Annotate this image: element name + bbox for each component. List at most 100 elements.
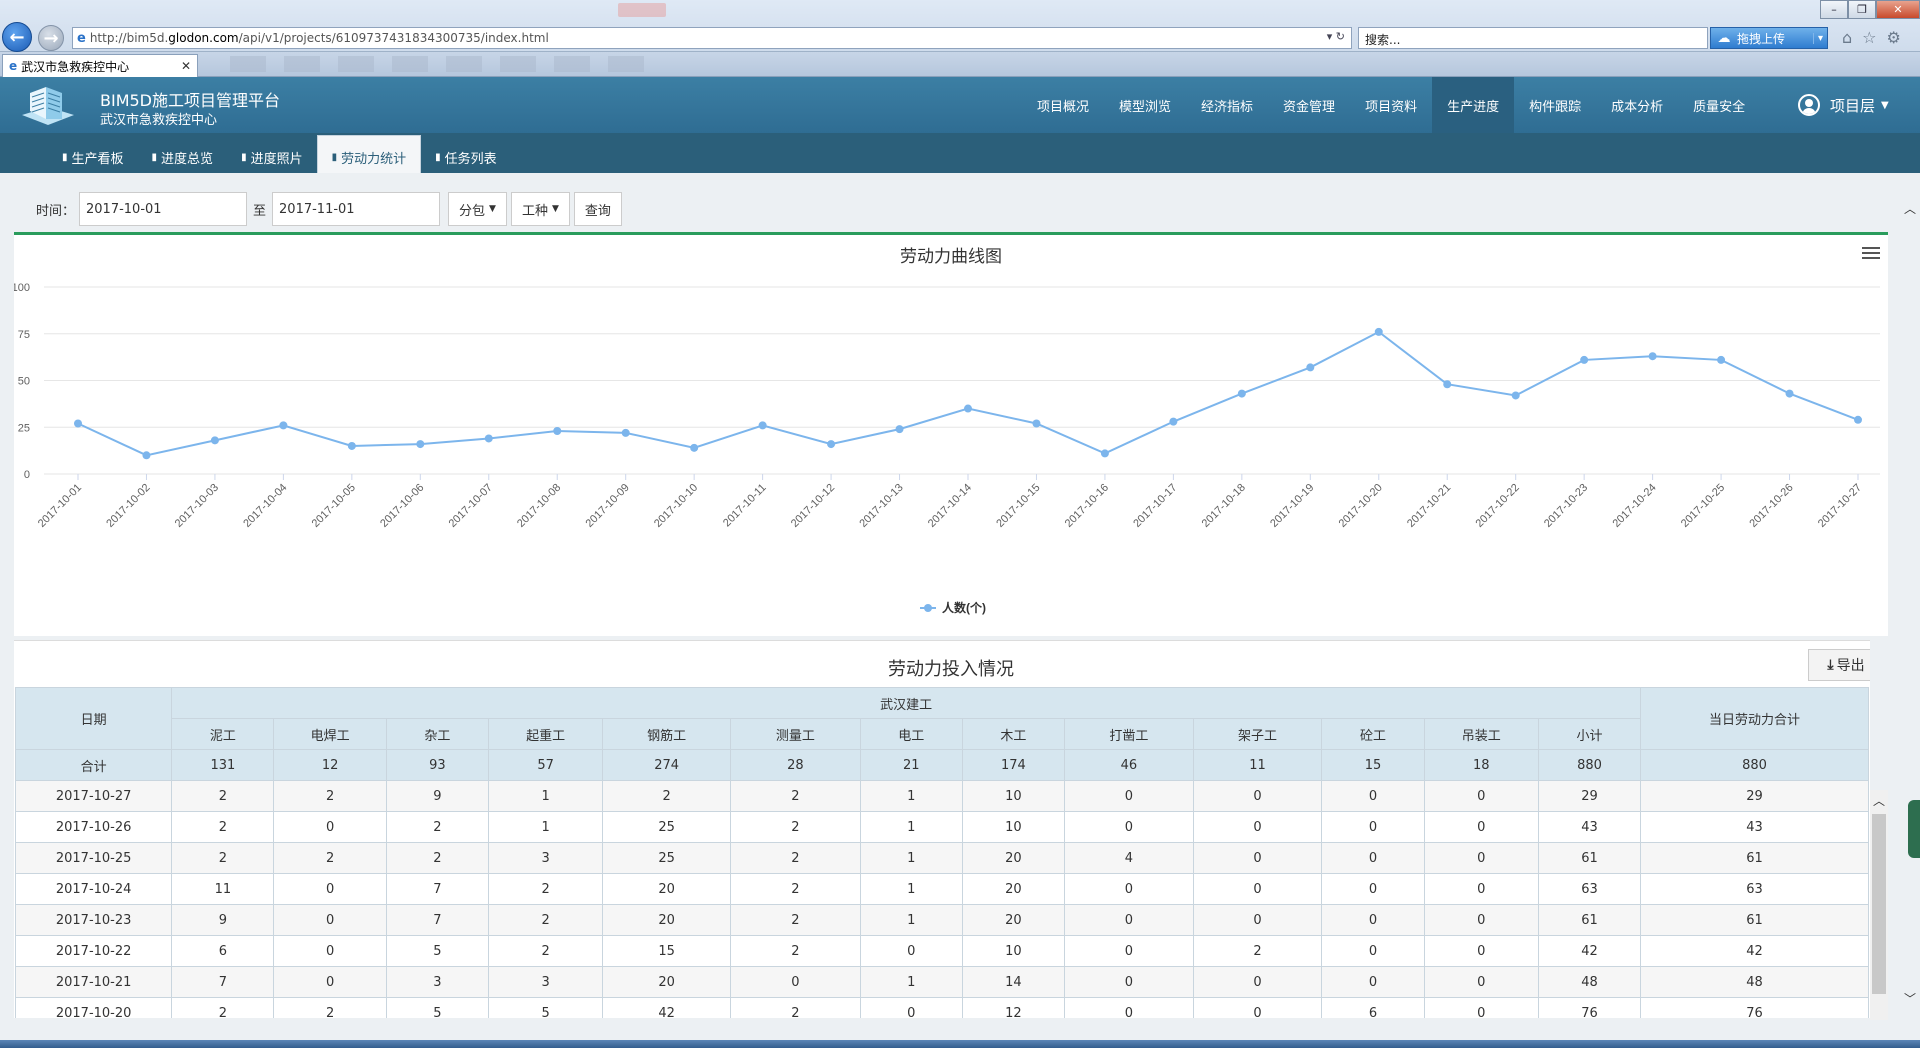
subcontract-dropdown[interactable]: 分包 ▼ [448, 192, 507, 226]
table-row: 2017-10-24 11 0 7 2 20 2 1 20 0 0 0 0 63 63 [14, 873, 1869, 905]
hamburger-menu-icon[interactable] [1862, 247, 1880, 261]
value-cell: 1 [859, 904, 963, 936]
nav-item-tracking[interactable]: 构件跟踪 [1514, 77, 1596, 133]
back-button[interactable]: ← [2, 22, 32, 52]
value-cell: 2 [171, 780, 275, 812]
total-cell: 15 [1321, 749, 1425, 781]
data-point [1580, 355, 1589, 364]
browser-tab[interactable]: e 武汉市急救疾控中心 ✕ [2, 54, 198, 77]
scrollbar-thumb[interactable] [1872, 814, 1886, 994]
value-cell: 0 [1423, 811, 1539, 843]
value-cell: 10 [961, 935, 1066, 967]
date-cell: 2017-10-21 [14, 966, 173, 998]
address-bar[interactable]: e http://bim5d.glodon.com/api/v1/project… [72, 27, 1352, 49]
ie-icon: e [9, 59, 18, 73]
tab-labor-stats[interactable]: ▮ 劳动力统计 [316, 135, 422, 173]
total-cell: 880 [1537, 749, 1642, 781]
close-icon[interactable]: ✕ [1876, 0, 1920, 19]
value-cell: 9 [385, 780, 489, 812]
star-icon[interactable]: ☆ [1862, 28, 1876, 47]
building-logo-icon [22, 87, 74, 125]
export-button[interactable]: ⤓ 导出 [1808, 649, 1870, 681]
value-cell: 1 [859, 873, 963, 905]
browser-icons: ⌂ ☆ ⚙ [1842, 28, 1901, 47]
chevron-down-icon[interactable]: ▾ [1813, 32, 1827, 44]
total-cell: 93 [385, 749, 489, 781]
data-point [1169, 417, 1178, 426]
value-cell: 20 [602, 966, 731, 998]
value-cell: 10 [961, 780, 1066, 812]
column-header: 吊装工 [1423, 718, 1539, 750]
value-cell: 2 [385, 811, 489, 843]
nav-item-economic[interactable]: 经济指标 [1186, 77, 1268, 133]
page-scrollbar[interactable]: ︿ ﹀ [1900, 200, 1920, 1010]
home-icon[interactable]: ⌂ [1842, 28, 1852, 47]
data-point [1306, 363, 1315, 372]
value-cell: 0 [1423, 904, 1539, 936]
value-cell: 2 [730, 842, 861, 874]
start-date-input[interactable]: 2017-10-01 [79, 192, 248, 226]
nav-item-progress[interactable]: 生产进度 [1432, 77, 1515, 133]
scroll-down-icon[interactable]: ﹀ [1904, 990, 1916, 1007]
tab-progress-overview[interactable]: ▮ 进度总览 [138, 133, 228, 173]
table-row: 2017-10-20 2 2 5 5 42 2 0 12 0 0 6 0 76 76 [14, 997, 1869, 1018]
window-controls: – ❐ ✕ [1820, 0, 1920, 19]
refresh-icon[interactable]: ▾ ↻ [1327, 30, 1345, 43]
forward-button[interactable]: → [38, 25, 64, 51]
column-header: 木工 [961, 718, 1066, 750]
value-cell: 0 [1192, 811, 1323, 843]
value-cell: 6 [1321, 997, 1425, 1018]
date-cell: 2017-10-20 [14, 997, 173, 1018]
data-point [1854, 415, 1862, 424]
table-scrollbar[interactable]: ︿ [1870, 790, 1888, 1020]
x-tick-label: 2017-10-09 [584, 482, 632, 530]
side-panel-handle[interactable] [1908, 800, 1920, 858]
data-point [1648, 352, 1657, 361]
nav-item-overview[interactable]: 项目概况 [1022, 77, 1104, 133]
value-cell: 42 [602, 997, 731, 1018]
table-row: 2017-10-25 2 2 2 3 25 2 1 20 4 0 0 0 61 61 [14, 842, 1869, 874]
nav-item-cost[interactable]: 成本分析 [1596, 77, 1678, 133]
labor-table-panel: 劳动力投入情况 ⤓ 导出 日期 武汉建工 当日劳动力合计 泥工 电焊工 杂工 起重工 钢筋… [14, 640, 1870, 1018]
tab-progress-photos[interactable]: ▮ 进度照片 [227, 133, 317, 173]
value-cell: 2 [171, 842, 275, 874]
end-date-input[interactable]: 2017-11-01 [272, 192, 441, 226]
total-label: 合计 [14, 749, 173, 781]
scroll-up-icon[interactable]: ︿ [1873, 792, 1885, 809]
data-point [1032, 419, 1041, 428]
browser-search-input[interactable]: 搜索... [1358, 27, 1708, 49]
x-tick-label: 2017-10-21 [1405, 482, 1453, 530]
minimize-icon[interactable]: – [1820, 0, 1848, 19]
nav-item-documents[interactable]: 项目资料 [1350, 77, 1432, 133]
value-cell: 5 [487, 997, 604, 1018]
value-cell: 3 [385, 966, 489, 998]
y-tick-label: 50 [18, 376, 30, 388]
value-cell: 7 [385, 904, 489, 936]
gear-icon[interactable]: ⚙ [1887, 28, 1901, 47]
tab-task-list[interactable]: ▮ 任务列表 [421, 133, 511, 173]
value-cell: 9 [171, 904, 275, 936]
nav-item-quality[interactable]: 质量安全 [1678, 77, 1760, 133]
tab-dashboard[interactable]: ▮ 生产看板 [48, 133, 138, 173]
nav-item-funds[interactable]: 资金管理 [1268, 77, 1350, 133]
total-cell: 46 [1064, 749, 1194, 781]
date-cell: 2017-10-27 [14, 780, 173, 812]
total-cell: 28 [730, 749, 861, 781]
query-button[interactable]: 查询 [573, 192, 622, 226]
nav-item-model[interactable]: 模型浏览 [1104, 77, 1186, 133]
value-cell: 0 [1423, 873, 1539, 905]
y-tick-label: 75 [18, 329, 30, 341]
value-cell: 6 [171, 935, 275, 967]
data-point [279, 421, 288, 430]
worktype-dropdown[interactable]: 工种 ▼ [510, 192, 570, 226]
value-cell: 20 [961, 842, 1066, 874]
upload-button[interactable]: ☁ 拖拽上传 ▾ [1710, 27, 1828, 49]
value-cell: 0 [1192, 997, 1323, 1018]
close-icon[interactable]: ✕ [181, 59, 191, 73]
user-menu[interactable]: 项目层 ▼ [1798, 77, 1889, 133]
restore-icon[interactable]: ❐ [1848, 0, 1876, 19]
value-cell: 0 [1064, 997, 1194, 1018]
x-tick-label: 2017-10-20 [1337, 482, 1385, 530]
app-header: BIM5D施工项目管理平台 武汉市急救疾控中心 项目概况 模型浏览 经济指标 资… [0, 77, 1920, 133]
scroll-up-icon[interactable]: ︿ [1904, 200, 1916, 217]
